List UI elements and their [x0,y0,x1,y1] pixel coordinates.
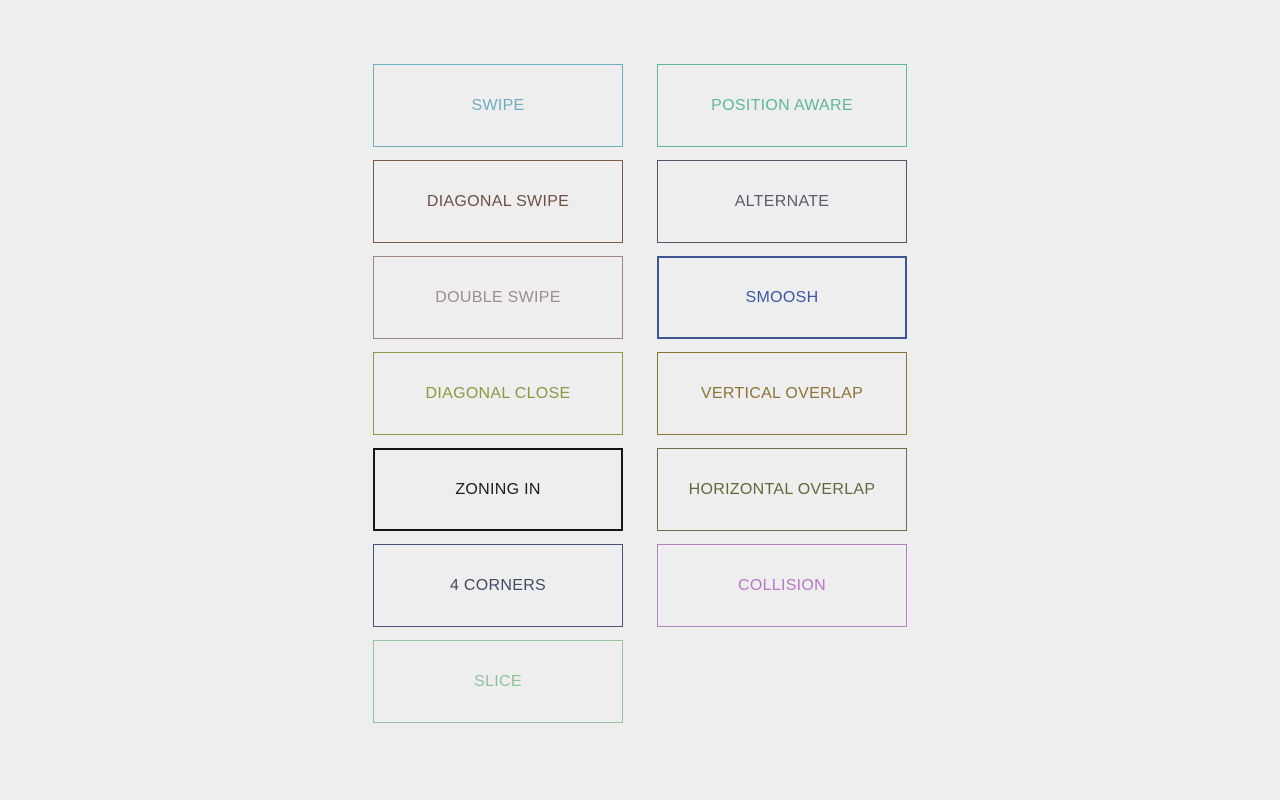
grid-cell-label: DOUBLE SWIPE [435,288,561,306]
grid-cell-4-corners[interactable]: 4 CORNERS [373,544,623,627]
grid-cell-smoosh[interactable]: SMOOSH [657,256,907,339]
grid-cell-swipe[interactable]: SWIPE [373,64,623,147]
grid-cell-label: SLICE [474,672,522,690]
transition-grid: SWIPE POSITION AWARE DIAGONAL SWIPE ALTERNA… [373,64,907,723]
grid-cell-label: DIAGONAL CLOSE [425,384,571,402]
grid-cell-label: HORIZONTAL OVERLAP [688,480,876,498]
grid-cell-label: 4 CORNERS [449,576,547,594]
grid-cell-label: COLLISION [737,576,827,594]
grid-cell-label: ZONING IN [455,480,541,498]
grid-cell-empty [657,640,907,723]
grid-cell-label: ALTERNATE [734,192,830,210]
grid-cell-collision[interactable]: COLLISION [657,544,907,627]
grid-cell-label: VERTICAL OVERLAP [700,384,864,402]
grid-cell-diagonal-swipe[interactable]: DIAGONAL SWIPE [373,160,623,243]
grid-cell-diagonal-close[interactable]: DIAGONAL CLOSE [373,352,623,435]
grid-cell-label: POSITION AWARE [711,96,853,114]
grid-cell-label: SWIPE [471,96,525,114]
grid-cell-position-aware[interactable]: POSITION AWARE [657,64,907,147]
grid-cell-horizontal-overlap[interactable]: HORIZONTAL OVERLAP [657,448,907,531]
grid-cell-label: SMOOSH [745,288,819,306]
grid-cell-slice[interactable]: SLICE [373,640,623,723]
grid-cell-alternate[interactable]: ALTERNATE [657,160,907,243]
page-root: SWIPE POSITION AWARE DIAGONAL SWIPE ALTERNA… [0,0,1280,800]
grid-cell-double-swipe[interactable]: DOUBLE SWIPE [373,256,623,339]
grid-cell-vertical-overlap[interactable]: VERTICAL OVERLAP [657,352,907,435]
grid-cell-label: DIAGONAL SWIPE [426,192,570,210]
grid-cell-zoning-in[interactable]: ZONING IN [373,448,623,531]
